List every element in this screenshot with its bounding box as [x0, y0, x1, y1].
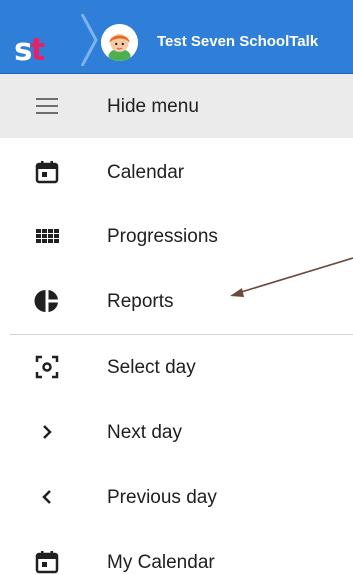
- menu-item-my-calendar[interactable]: My Calendar: [0, 531, 353, 575]
- grid-icon: [36, 229, 59, 243]
- hamburger-menu-icon: [36, 98, 58, 114]
- menu-divider: [10, 334, 353, 335]
- menu-item-select-day[interactable]: Select day: [0, 336, 353, 399]
- menu-item-reports[interactable]: Reports: [0, 270, 353, 333]
- calendar-icon: [35, 161, 59, 184]
- menu-item-label: Calendar: [107, 162, 185, 183]
- center-focus-icon: [35, 355, 59, 379]
- chevron-right-icon: [43, 425, 52, 439]
- schooltalk-logo[interactable]: st: [0, 14, 86, 68]
- menu-item-label: Progressions: [107, 226, 218, 247]
- menu-item-next-day[interactable]: Next day: [0, 401, 353, 464]
- menu-item-label: Reports: [107, 291, 174, 312]
- menu-item-previous-day[interactable]: Previous day: [0, 466, 353, 529]
- menu-item-label: Select day: [107, 357, 196, 378]
- menu-item-calendar[interactable]: Calendar: [0, 141, 353, 204]
- calendar-icon: [35, 551, 59, 574]
- menu-item-label: Previous day: [107, 487, 217, 508]
- hide-menu-label: Hide menu: [107, 96, 199, 117]
- menu-item-progressions[interactable]: Progressions: [0, 205, 353, 268]
- breadcrumb-chevron-icon: [80, 14, 98, 66]
- menu-item-label: My Calendar: [107, 552, 215, 573]
- chevron-left-icon: [42, 490, 51, 504]
- pie-chart-icon: [34, 290, 58, 312]
- menu-item-label: Next day: [107, 422, 182, 443]
- top-bar: st Test Seven SchoolTalk: [0, 0, 353, 74]
- user-name[interactable]: Test Seven SchoolTalk: [157, 33, 318, 50]
- logo-text: st: [14, 32, 45, 68]
- hide-menu-button[interactable]: Hide menu: [0, 74, 353, 138]
- avatar[interactable]: [101, 24, 138, 61]
